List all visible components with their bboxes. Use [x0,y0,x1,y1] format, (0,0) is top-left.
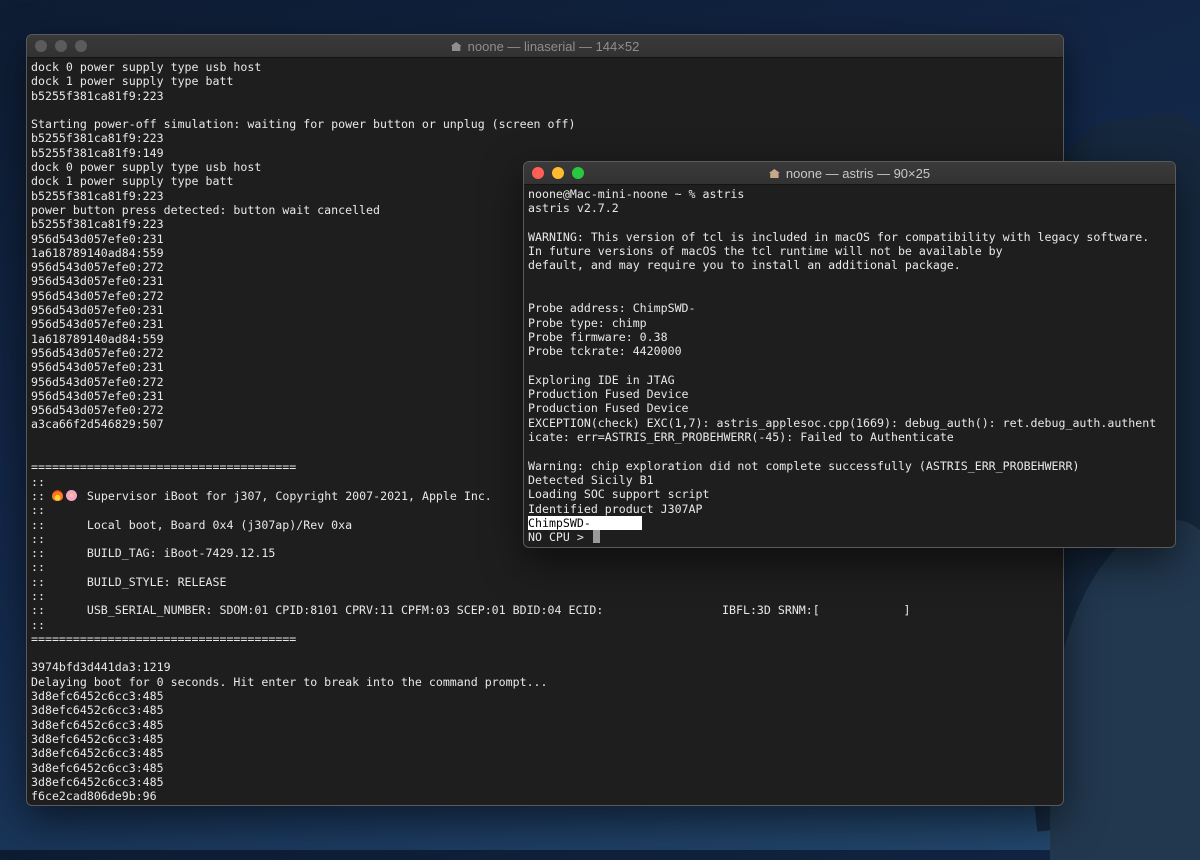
terminal-line: :: BUILD_TAG: iBoot-7429.12.15 [31,546,276,561]
zoom-button[interactable] [572,167,584,179]
command-prompt-line[interactable]: NO CPU > [528,530,1171,544]
terminal-line: In future versions of macOS the tcl runt… [528,244,1003,259]
home-folder-icon [768,169,780,178]
terminal-line: Starting power-off simulation: waiting f… [31,117,576,132]
terminal-line: :: USB_SERIAL_NUMBER: SDOM:01 CPID:8101 … [31,603,911,618]
terminal-line: Identified product J307AP [528,501,703,516]
command-prompt: NO CPU > [528,530,591,545]
minimize-button[interactable] [552,167,564,179]
terminal-line: Probe firmware: 0.38 [528,329,668,344]
zoom-button[interactable] [75,40,87,52]
terminal-line: dock 1 power supply type batt [31,74,234,89]
terminal-line: WARNING: This version of tcl is included… [528,229,1150,244]
terminal-line: b5255f381ca81f9:223 [31,131,164,146]
window-titlebar[interactable]: noone — linaserial — 144×52 [27,35,1063,58]
terminal-line: 3d8efc6452c6cc3:485 [31,689,164,704]
text-cursor [592,530,600,544]
terminal-line: Production Fused Device [528,401,689,416]
terminal-line: Delaying boot for 0 seconds. Hit enter t… [31,674,548,689]
terminal-line: Probe type: chimp [528,315,647,330]
terminal-output[interactable]: noone@Mac-mini-noone ~ % astris astris v2… [524,185,1175,546]
terminal-line: EXCEPTION(check) EXC(1,7): astris_apples… [528,415,1157,430]
supervisor-banner-text: Supervisor iBoot for j307, Copyright 200… [79,488,492,503]
terminal-line: b5255f381ca81f9:149 [31,145,164,160]
terminal-line: Probe address: ChimpSWD- [528,301,696,316]
terminal-line-selected: ChimpSWD- [528,515,1171,531]
terminal-line: 3974bfd3d441da3:1219 [31,660,171,675]
terminal-line: f6ce2cad806de9b:96 [31,789,157,804]
terminal-line: :: [31,617,45,632]
terminal-line: Detected Sicily B1 [528,472,654,487]
terminal-line: Probe tckrate: 4420000 [528,344,682,359]
flower-icon [65,489,77,501]
terminal-line: b5255f381ca81f9:223 [31,88,164,103]
terminal-line: 3d8efc6452c6cc3:485 [31,746,164,761]
terminal-line: :: [31,560,45,575]
window-title: noone — linaserial — 144×52 [467,39,640,54]
terminal-line: 3d8efc6452c6cc3:485 [31,717,164,732]
terminal-line: 3d8efc6452c6cc3:485 [31,731,164,746]
window-title: noone — astris — 90×25 [785,166,931,181]
terminal-line: 3d8efc6452c6cc3:485 [31,774,164,789]
terminal-line: :: [31,588,45,603]
minimize-button[interactable] [55,40,67,52]
home-folder-icon [450,42,462,51]
terminal-window-astris[interactable]: noone — astris — 90×25 noone@Mac-mini-no… [523,161,1176,548]
terminal-line: astris v2.7.2 [528,201,619,216]
terminal-line: Loading SOC support script [528,487,710,502]
selected-text[interactable]: ChimpSWD- [528,515,642,531]
terminal-line: Warning: chip exploration did not comple… [528,458,1080,473]
terminal-line: icate: err=ASTRIS_ERR_PROBEHWERR(-45): F… [528,430,954,445]
terminal-line: 3d8efc6452c6cc3:485 [31,760,164,775]
terminal-line: :: BUILD_STYLE: RELEASE [31,574,227,589]
window-titlebar[interactable]: noone — astris — 90×25 [524,162,1175,185]
terminal-line: 3d8efc6452c6cc3:485 [31,703,164,718]
terminal-line: ====================================== [31,631,297,646]
terminal-line: Exploring IDE in JTAG [528,372,675,387]
terminal-line: noone@Mac-mini-noone ~ % astris [528,187,745,201]
terminal-line: default, and may require you to install … [528,258,961,273]
close-button[interactable] [35,40,47,52]
terminal-line: Production Fused Device [528,387,689,402]
close-button[interactable] [532,167,544,179]
fire-icon [51,489,63,501]
terminal-line: dock 0 power supply type usb host [31,60,262,74]
line-prefix: :: [31,488,52,503]
